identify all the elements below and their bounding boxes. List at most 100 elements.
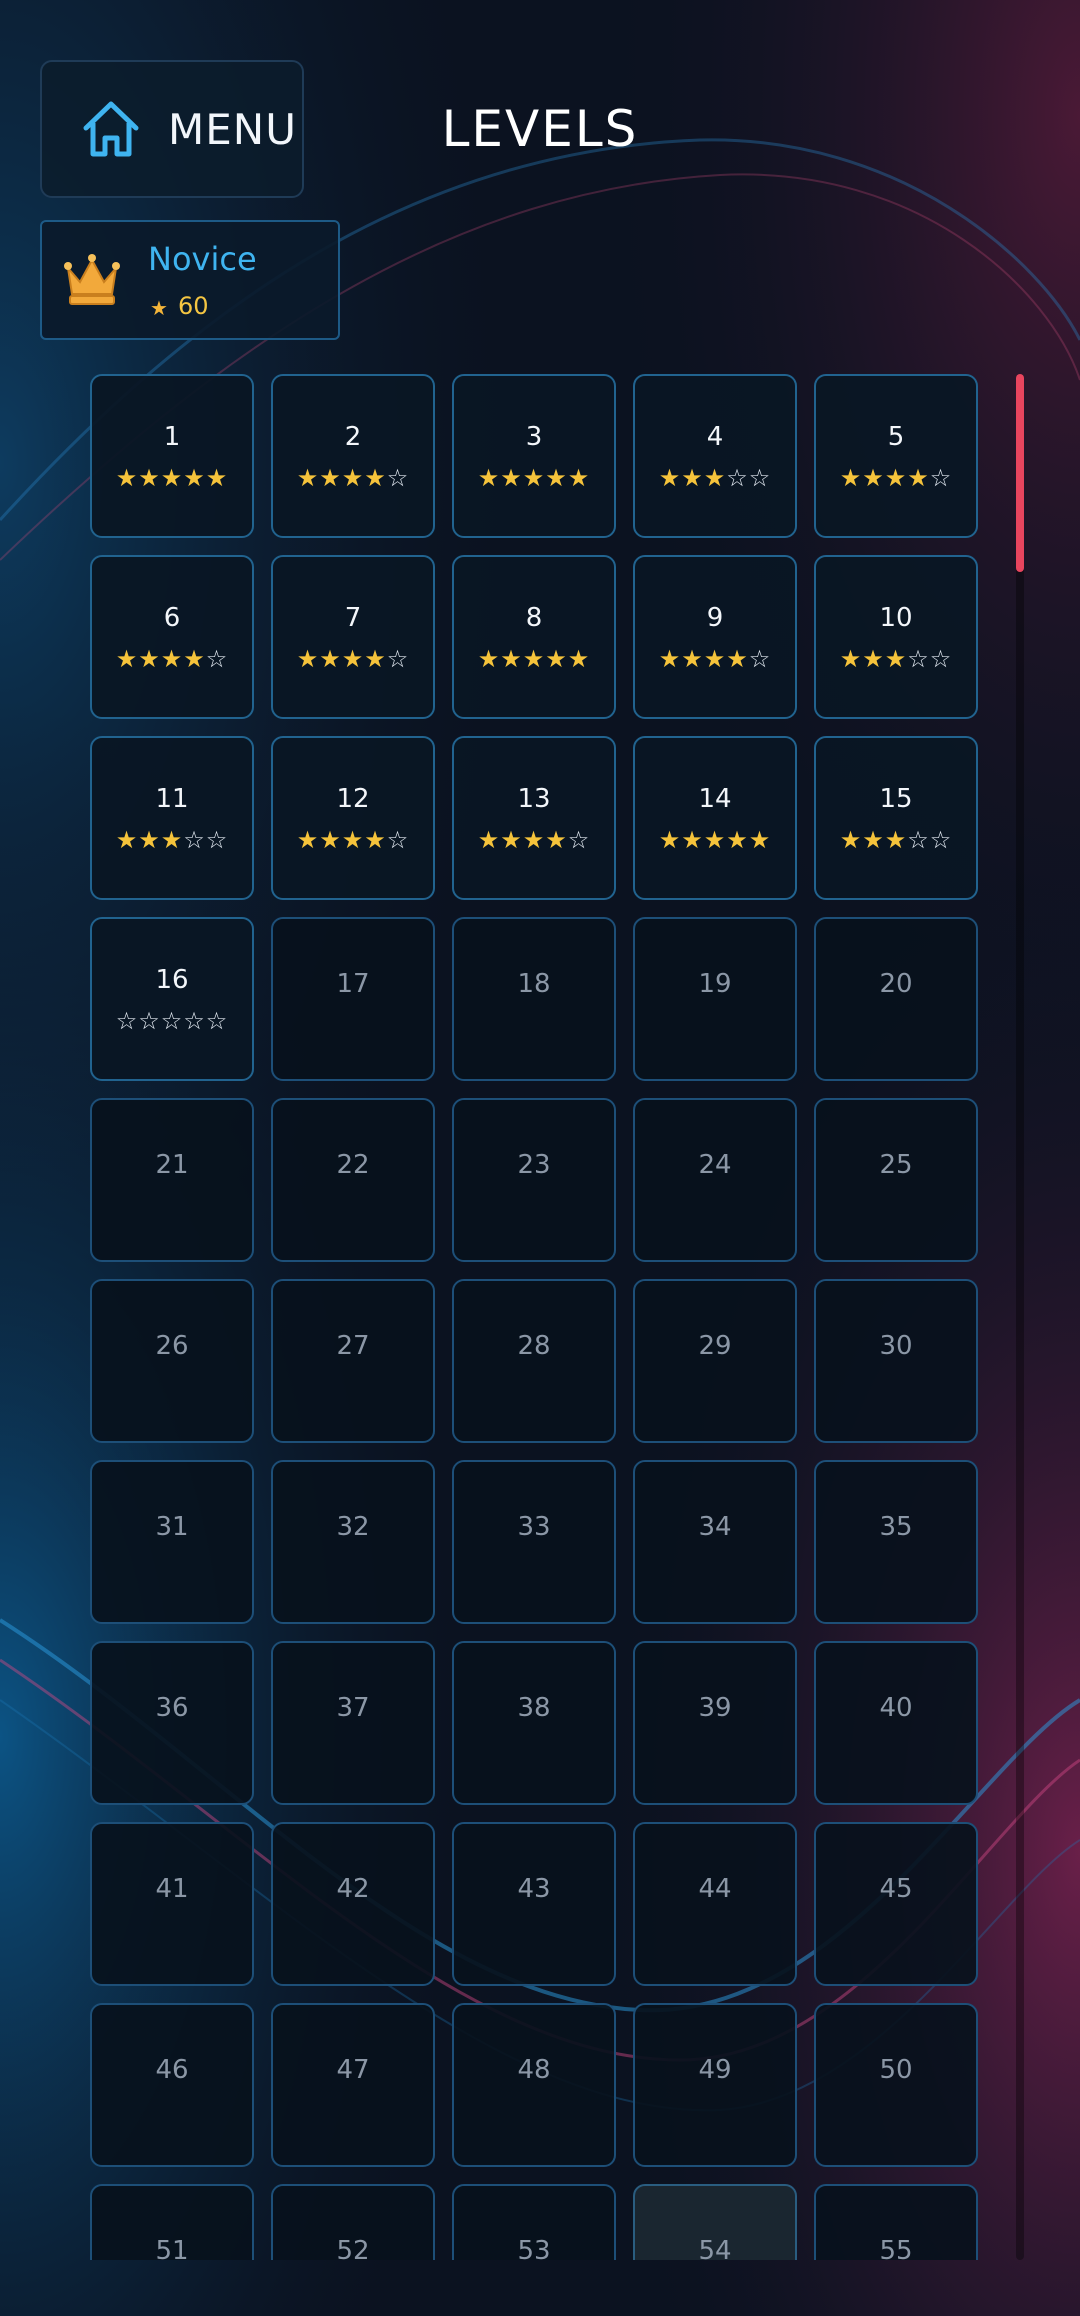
level-tile[interactable]: 6 ★★★★☆ bbox=[90, 555, 254, 719]
star-empty-icon: ☆ bbox=[929, 464, 953, 492]
star-filled-icon: ★ bbox=[296, 464, 320, 492]
star-filled-icon: ★ bbox=[658, 826, 682, 854]
star-empty-icon: ☆ bbox=[160, 1007, 184, 1035]
level-tile[interactable]: 11 ★★★☆☆ bbox=[90, 736, 254, 900]
level-tile[interactable]: 13 ★★★★☆ bbox=[452, 736, 616, 900]
star-filled-icon: ★ bbox=[522, 826, 546, 854]
level-tile[interactable]: 32 bbox=[271, 1460, 435, 1624]
level-tile[interactable]: 7 ★★★★☆ bbox=[271, 555, 435, 719]
level-tile[interactable]: 51 bbox=[90, 2184, 254, 2260]
star-filled-icon: ★ bbox=[500, 826, 523, 854]
level-tile[interactable]: 55 bbox=[814, 2184, 978, 2260]
level-number: 45 bbox=[879, 1874, 913, 1904]
level-tile[interactable]: 41 bbox=[90, 1822, 254, 1986]
level-tile[interactable]: 37 bbox=[271, 1641, 435, 1805]
level-tile[interactable]: 39 bbox=[633, 1641, 797, 1805]
level-tile[interactable]: 35 bbox=[814, 1460, 978, 1624]
level-tile[interactable]: 49 bbox=[633, 2003, 797, 2167]
level-tile[interactable]: 52 bbox=[271, 2184, 435, 2260]
level-tile[interactable]: 14 ★★★★★ bbox=[633, 736, 797, 900]
star-filled-icon: ★ bbox=[500, 464, 523, 492]
level-tile[interactable]: 4 ★★★☆☆ bbox=[633, 374, 797, 538]
star-filled-icon: ★ bbox=[296, 645, 320, 673]
level-number: 29 bbox=[698, 1331, 732, 1361]
level-tile[interactable]: 24 bbox=[633, 1098, 797, 1262]
star-filled-icon: ★ bbox=[545, 826, 568, 854]
level-tile[interactable]: 3 ★★★★★ bbox=[452, 374, 616, 538]
star-empty-icon: ☆ bbox=[567, 826, 591, 854]
level-tile[interactable]: 26 bbox=[90, 1279, 254, 1443]
star-filled-icon: ★ bbox=[681, 464, 704, 492]
level-tile[interactable]: 12 ★★★★☆ bbox=[271, 736, 435, 900]
level-tile[interactable]: 50 bbox=[814, 2003, 978, 2167]
level-tile[interactable]: 21 bbox=[90, 1098, 254, 1262]
level-tile[interactable]: 46 bbox=[90, 2003, 254, 2167]
level-tile[interactable]: 18 bbox=[452, 917, 616, 1081]
star-empty-icon: ☆ bbox=[183, 826, 206, 854]
level-tile[interactable]: 16 ☆☆☆☆☆ bbox=[90, 917, 254, 1081]
level-number: 28 bbox=[517, 1331, 551, 1361]
level-tile[interactable]: 53 bbox=[452, 2184, 616, 2260]
level-stars: ★★★☆☆ bbox=[92, 826, 252, 854]
level-tile[interactable]: 44 bbox=[633, 1822, 797, 1986]
rank-card: Novice ★ 60 bbox=[40, 220, 340, 340]
star-filled-icon: ★ bbox=[884, 826, 908, 854]
level-tile[interactable]: 20 bbox=[814, 917, 978, 1081]
level-tile[interactable]: 30 bbox=[814, 1279, 978, 1443]
level-tile[interactable]: 48 bbox=[452, 2003, 616, 2167]
star-filled-icon: ★ bbox=[115, 645, 139, 673]
level-tile[interactable]: 15 ★★★☆☆ bbox=[814, 736, 978, 900]
level-tile[interactable]: 10 ★★★☆☆ bbox=[814, 555, 978, 719]
level-tile[interactable]: 28 bbox=[452, 1279, 616, 1443]
level-tile[interactable]: 2 ★★★★☆ bbox=[271, 374, 435, 538]
level-tile[interactable]: 27 bbox=[271, 1279, 435, 1443]
level-tile[interactable]: 43 bbox=[452, 1822, 616, 1986]
level-number: 18 bbox=[517, 969, 551, 999]
star-filled-icon: ★ bbox=[341, 464, 365, 492]
level-tile[interactable]: 31 bbox=[90, 1460, 254, 1624]
level-tile[interactable]: 8 ★★★★★ bbox=[452, 555, 616, 719]
level-tile[interactable]: 42 bbox=[271, 1822, 435, 1986]
level-number: 13 bbox=[517, 784, 551, 814]
scrollbar-thumb[interactable] bbox=[1016, 374, 1024, 572]
level-number: 32 bbox=[336, 1512, 370, 1542]
star-filled-icon: ★ bbox=[341, 645, 365, 673]
level-number: 47 bbox=[336, 2055, 370, 2085]
level-tile[interactable]: 17 bbox=[271, 917, 435, 1081]
level-tile[interactable]: 33 bbox=[452, 1460, 616, 1624]
level-tile[interactable]: 29 bbox=[633, 1279, 797, 1443]
level-stars: ★★★★★ bbox=[454, 645, 614, 673]
level-tile[interactable]: 34 bbox=[633, 1460, 797, 1624]
level-number: 34 bbox=[698, 1512, 732, 1542]
level-tile[interactable]: 47 bbox=[271, 2003, 435, 2167]
star-filled-icon: ★ bbox=[341, 826, 365, 854]
level-tile[interactable]: 19 bbox=[633, 917, 797, 1081]
star-filled-icon: ★ bbox=[726, 826, 749, 854]
level-number: 39 bbox=[698, 1693, 732, 1723]
star-empty-icon: ☆ bbox=[205, 645, 229, 673]
star-filled-icon: ★ bbox=[726, 645, 749, 673]
level-stars: ★★★☆☆ bbox=[816, 645, 976, 673]
star-filled-icon: ★ bbox=[839, 464, 863, 492]
star-filled-icon: ★ bbox=[160, 826, 184, 854]
level-tile[interactable]: 25 bbox=[814, 1098, 978, 1262]
level-tile[interactable]: 5 ★★★★☆ bbox=[814, 374, 978, 538]
level-tile[interactable]: 23 bbox=[452, 1098, 616, 1262]
star-filled-icon: ★ bbox=[138, 645, 161, 673]
level-number: 52 bbox=[336, 2236, 370, 2260]
star-empty-icon: ☆ bbox=[183, 1007, 206, 1035]
level-number: 26 bbox=[155, 1331, 189, 1361]
level-tile[interactable]: 40 bbox=[814, 1641, 978, 1805]
level-tile[interactable]: 45 bbox=[814, 1822, 978, 1986]
star-filled-icon: ★ bbox=[296, 826, 320, 854]
level-number: 23 bbox=[517, 1150, 551, 1180]
star-empty-icon: ☆ bbox=[386, 826, 410, 854]
level-tile[interactable]: 38 bbox=[452, 1641, 616, 1805]
level-tile[interactable]: 9 ★★★★☆ bbox=[633, 555, 797, 719]
level-tile[interactable]: 36 bbox=[90, 1641, 254, 1805]
star-filled-icon: ★ bbox=[681, 826, 704, 854]
scrollbar-track[interactable] bbox=[1016, 374, 1024, 2260]
level-tile[interactable]: 54 bbox=[633, 2184, 797, 2260]
level-tile[interactable]: 1 ★★★★★ bbox=[90, 374, 254, 538]
level-tile[interactable]: 22 bbox=[271, 1098, 435, 1262]
